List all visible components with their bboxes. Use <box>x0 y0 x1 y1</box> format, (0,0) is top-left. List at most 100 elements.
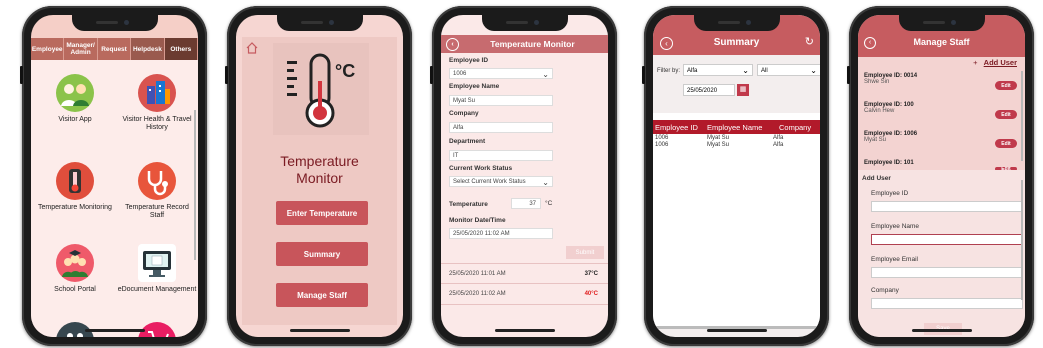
app-edocument[interactable]: eDocument Management <box>117 244 197 294</box>
refresh-icon[interactable]: ↻ <box>805 35 814 48</box>
edit-button[interactable]: Edit <box>995 110 1017 119</box>
table-row[interactable]: 1006 Myat Su Alfa <box>653 142 820 149</box>
staff-item[interactable]: Employee ID: 101 <box>864 160 914 166</box>
plus-icon: + <box>973 58 978 67</box>
header-bar: ‹ Manage Staff <box>858 15 1025 57</box>
employee-id-label: Employee ID <box>449 57 489 64</box>
staff-item[interactable]: Employee ID: 100 Calvin Hew <box>864 102 914 114</box>
app-label: Temperature Monitoring <box>38 204 112 211</box>
work-status-label: Current Work Status <box>449 165 513 172</box>
header-bar: ‹ Temperature Monitor <box>441 35 608 53</box>
tab-request[interactable]: Request <box>98 38 132 60</box>
home-icon[interactable] <box>246 41 258 54</box>
phone-5: ‹ Manage Staff + Add User Employee ID: 0… <box>847 6 1034 346</box>
date-picker[interactable]: 25/05/2020 <box>683 84 735 96</box>
work-status-dropdown[interactable]: Select Current Work Status ⌄ <box>449 176 553 187</box>
list-scrollbar[interactable] <box>1021 71 1023 161</box>
table-header: Employee ID Employee Name Company <box>653 120 820 134</box>
company-filter-dropdown[interactable]: Alfa ⌄ <box>683 64 753 76</box>
app-grid: Visitor App Visitor Health & Travel Hist… <box>31 60 198 337</box>
form-title: Add User <box>862 175 891 182</box>
monitor-document-icon <box>138 244 176 282</box>
manage-staff-button[interactable]: Manage Staff <box>276 283 368 307</box>
page-title: Summary <box>713 37 760 48</box>
temperature-unit: °C <box>545 200 553 207</box>
employee-name-label: Employee Name <box>449 83 500 90</box>
temperature-monitor-home-screen: °C Temperature Monitor Enter Temperature… <box>236 15 403 337</box>
enter-temperature-screen: ‹ Temperature Monitor Employee ID 1006 ⌄… <box>441 15 608 337</box>
tab-helpdesk[interactable]: Helpdesk <box>131 38 165 60</box>
phone-2: °C Temperature Monitor Enter Temperature… <box>225 6 412 346</box>
datetime-label: Monitor Date/Time <box>449 217 506 224</box>
app-visitor[interactable]: Visitor App <box>35 74 115 124</box>
staff-item[interactable]: Employee ID: 0014 Shwe Sin <box>864 73 917 85</box>
manage-staff-screen: ‹ Manage Staff + Add User Employee ID: 0… <box>858 15 1025 337</box>
department-field[interactable]: IT <box>449 150 553 161</box>
app-temperature-monitoring[interactable]: Temperature Monitoring <box>35 162 115 212</box>
employee-name-input[interactable] <box>871 234 1023 245</box>
chevron-down-icon: ⌄ <box>542 178 549 187</box>
phone-1: Employee Manager/ Admin Request Helpdesk… <box>20 6 207 346</box>
company-field[interactable]: Alfa <box>449 122 553 133</box>
enter-temperature-button[interactable]: Enter Temperature <box>276 201 368 225</box>
staff-item[interactable]: Employee ID: 1006 Myat Su <box>864 131 917 143</box>
thermometer-illustration-icon: °C <box>273 43 369 135</box>
page-title: Temperature Monitor <box>490 39 575 49</box>
menu-panel: °C Temperature Monitor Enter Temperature… <box>242 37 397 325</box>
app-label: eDocument Management <box>117 286 197 293</box>
table-row[interactable]: 1006 Myat Su Alfa <box>653 135 820 142</box>
edit-button[interactable]: Edit <box>995 81 1017 90</box>
app-label: Temperature Record Staff <box>125 204 189 219</box>
employee-id-label: Employee ID <box>871 190 909 197</box>
employee-id-input[interactable] <box>871 201 1023 212</box>
app-school-portal[interactable]: School Portal <box>35 244 115 294</box>
celsius-symbol: °C <box>335 61 355 81</box>
tab-manager-admin[interactable]: Manager/ Admin <box>64 38 98 60</box>
app-label: Visitor Health & Travel History <box>122 116 192 131</box>
back-icon[interactable]: ‹ <box>446 38 459 51</box>
temperature-input[interactable]: 37 <box>511 198 541 209</box>
employee-name-label: Employee Name <box>871 223 920 230</box>
company-input[interactable] <box>871 298 1023 309</box>
app-label: School Portal <box>54 286 96 293</box>
company-label: Company <box>449 110 479 117</box>
app-temperature-record[interactable]: Temperature Record Staff <box>117 162 197 220</box>
add-user-form: Add User Employee ID Employee Name Emplo… <box>858 170 1025 337</box>
employee-id-dropdown[interactable]: 1006 ⌄ <box>449 68 553 79</box>
tab-others[interactable]: Others <box>164 38 198 60</box>
employee-name-field[interactable]: Myat Su <box>449 95 553 106</box>
app-visitor-health[interactable]: Visitor Health & Travel History <box>117 74 197 132</box>
chevron-down-icon: ⌄ <box>542 70 549 79</box>
chevron-down-icon: ⌄ <box>742 66 749 75</box>
summary-screen: ‹ Summary ↻ Filter by: Alfa ⌄ All ⌄ 25/0… <box>653 15 820 337</box>
page-title: Manage Staff <box>913 37 970 47</box>
summary-button[interactable]: Summary <box>276 242 368 266</box>
phone-4: ‹ Summary ↻ Filter by: Alfa ⌄ All ⌄ 25/0… <box>642 6 829 346</box>
app-launcher-screen: Employee Manager/ Admin Request Helpdesk… <box>31 15 198 337</box>
temperature-label: Temperature <box>449 201 488 208</box>
phone-3: ‹ Temperature Monitor Employee ID 1006 ⌄… <box>430 6 617 346</box>
page-title: Temperature Monitor <box>280 153 359 186</box>
form-scrollbar[interactable] <box>1021 180 1023 300</box>
graduates-icon <box>56 244 94 282</box>
submit-button[interactable]: Submit <box>566 246 604 259</box>
tab-bar: Employee Manager/ Admin Request Helpdesk… <box>31 38 198 60</box>
tab-employee[interactable]: Employee <box>31 38 65 60</box>
employee-email-input[interactable] <box>871 267 1023 278</box>
company-label: Company <box>871 287 899 294</box>
header-bar: ‹ Summary ↻ <box>653 15 820 55</box>
record-row[interactable]: 25/05/2020 11:02 AM 40°C <box>441 283 608 305</box>
second-filter-dropdown[interactable]: All ⌄ <box>757 64 820 76</box>
calendar-icon[interactable]: ▦ <box>737 84 749 96</box>
app-label: Visitor App <box>58 116 92 123</box>
department-label: Department <box>449 138 486 145</box>
visitor-people-icon <box>56 74 94 112</box>
datetime-field[interactable]: 25/05/2020 11:02 AM <box>449 228 553 239</box>
record-row[interactable]: 25/05/2020 11:01 AM 37°C <box>441 263 608 284</box>
employee-email-label: Employee Email <box>871 256 918 263</box>
add-user-link[interactable]: + Add User <box>973 58 1017 67</box>
edit-button[interactable]: Edit <box>995 139 1017 148</box>
thermometer-icon <box>56 162 94 200</box>
stethoscope-icon <box>138 162 176 200</box>
chevron-down-icon: ⌄ <box>810 66 817 75</box>
